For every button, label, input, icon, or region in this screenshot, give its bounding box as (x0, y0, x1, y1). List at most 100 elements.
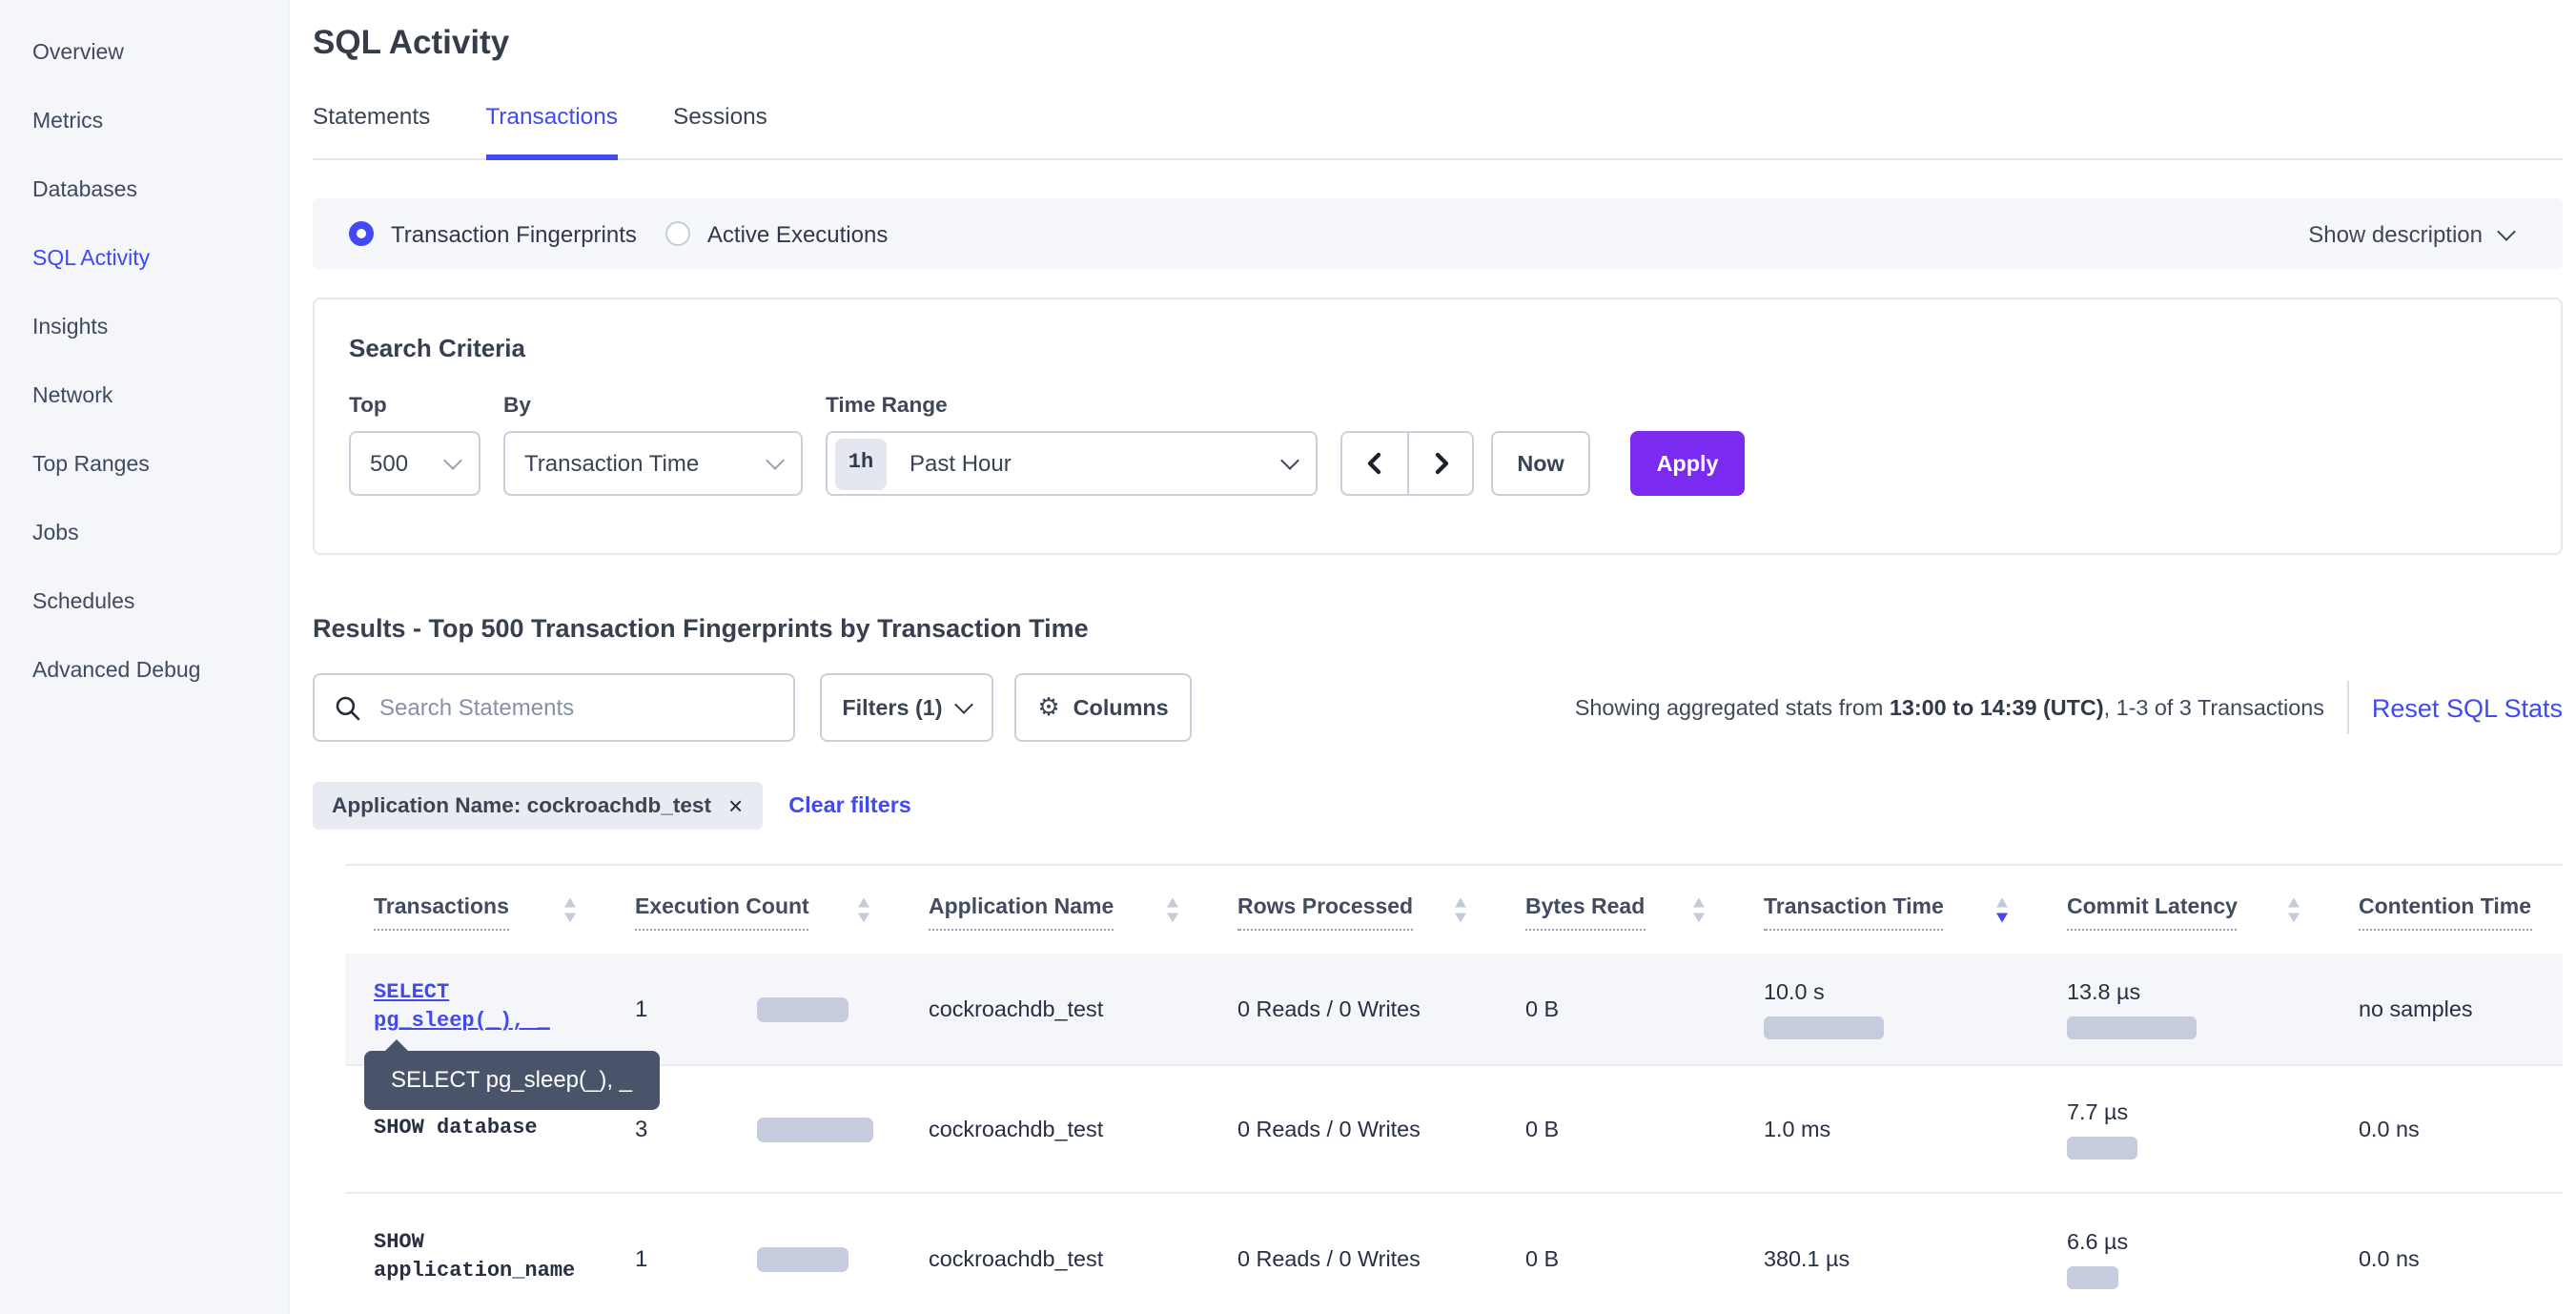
search-input[interactable] (376, 692, 793, 723)
table-header-row: Transactions Execution Count Application… (345, 866, 2563, 954)
stats-time-range: 13:00 to 14:39 (UTC) (1890, 695, 2104, 720)
sidebar-item-advanced-debug[interactable]: Advanced Debug (0, 637, 288, 706)
columns-button[interactable]: ⚙ Columns (1014, 673, 1192, 742)
sidebar-item-insights[interactable]: Insights (0, 294, 288, 362)
header-application-name[interactable]: Application Name (929, 889, 1237, 931)
header-rows-processed[interactable]: Rows Processed (1237, 889, 1525, 931)
sidebar-item-jobs[interactable]: Jobs (0, 500, 288, 568)
header-contention-time[interactable]: Contention Time (2359, 889, 2563, 931)
radio-label: Active Executions (707, 220, 888, 247)
tab-sessions[interactable]: Sessions (673, 103, 767, 158)
execution-count-bar (757, 996, 848, 1021)
sidebar-item-metrics[interactable]: Metrics (0, 88, 288, 156)
top-label: Top (349, 395, 480, 418)
cell-bytes-read: 0 B (1525, 996, 1764, 1021)
time-range-field: Time Range 1h Past Hour (826, 395, 1318, 496)
commit-latency-bar (2067, 1265, 2118, 1288)
search-criteria-panel: Search Criteria Top 500 By Transaction T… (313, 298, 2563, 555)
cell-rows-processed: 0 Reads / 0 Writes (1237, 1246, 1525, 1271)
filter-chip[interactable]: Application Name: cockroachdb_test × (313, 782, 762, 830)
transactions-table: Transactions Execution Count Application… (345, 864, 2563, 1314)
sidebar-item-top-ranges[interactable]: Top Ranges (0, 431, 288, 500)
time-next-button[interactable] (1407, 431, 1474, 496)
reset-sql-stats-link[interactable]: Reset SQL Stats (2372, 693, 2563, 722)
sidebar-item-databases[interactable]: Databases (0, 156, 288, 225)
cell-execution-count: 1 (635, 996, 929, 1022)
time-range-select[interactable]: 1h Past Hour (826, 431, 1318, 496)
chevron-down-icon (2497, 221, 2516, 240)
cell-transaction-time: 10.0 s (1764, 979, 2067, 1038)
header-transactions[interactable]: Transactions (345, 889, 635, 931)
radio-transaction-fingerprints[interactable]: Transaction Fingerprints (349, 220, 637, 247)
cell-rows-processed: 0 Reads / 0 Writes (1237, 1117, 1525, 1141)
close-icon[interactable]: × (728, 791, 743, 820)
cell-transaction-time: 380.1 µs (1764, 1246, 2067, 1271)
transaction-time-bar (1764, 1016, 1884, 1038)
time-range-badge: 1h (835, 438, 887, 489)
app-window: Overview Metrics Databases SQL Activity … (0, 0, 2576, 1314)
sort-icon (2288, 898, 2300, 922)
filter-chip-label: Application Name: cockroachdb_test (332, 794, 711, 817)
tab-bar: Statements Transactions Sessions (313, 103, 2563, 160)
cell-bytes-read: 0 B (1525, 1246, 1764, 1271)
search-icon (336, 695, 360, 720)
filters-button[interactable]: Filters (1) (820, 673, 993, 742)
sidebar-item-sql-activity[interactable]: SQL Activity (0, 225, 288, 294)
now-button[interactable]: Now (1491, 431, 1590, 496)
gear-icon: ⚙ (1037, 693, 1059, 722)
time-range-label: Time Range (826, 395, 1318, 418)
chevron-down-icon (443, 451, 462, 470)
sql-tooltip: SELECT pg_sleep(_), _ (364, 1051, 659, 1110)
top-select[interactable]: 500 (349, 431, 480, 496)
cell-transaction: SHOW database (345, 1114, 635, 1145)
show-description-toggle[interactable]: Show description (2308, 220, 2513, 247)
transaction-fingerprint[interactable]: SHOW database (374, 1116, 587, 1145)
apply-button[interactable]: Apply (1630, 431, 1745, 496)
clear-filters-link[interactable]: Clear filters (788, 793, 911, 818)
page-title: SQL Activity (313, 19, 2563, 65)
show-description-label: Show description (2308, 220, 2483, 247)
cell-transaction-time: 1.0 ms (1764, 1117, 2067, 1141)
search-criteria-controls: Top 500 By Transaction Time Time Range (349, 395, 2526, 496)
header-commit-latency[interactable]: Commit Latency (2067, 889, 2359, 931)
execution-count-bar (757, 1246, 848, 1271)
radio-unselected-icon (665, 221, 690, 246)
chevron-left-icon (1365, 452, 1384, 475)
search-box (313, 673, 795, 742)
divider (2347, 681, 2349, 734)
table-row: SHOW database 3 cockroachdb_test 0 Reads… (345, 1066, 2563, 1194)
commit-latency-bar (2067, 1016, 2197, 1038)
chevron-down-icon (955, 695, 974, 714)
cell-contention-time: 0.0 ns (2359, 1246, 2563, 1271)
cell-transaction: SHOW application_name (345, 1229, 635, 1288)
time-pager (1340, 431, 1474, 496)
cell-rows-processed: 0 Reads / 0 Writes (1237, 996, 1525, 1021)
time-prev-button[interactable] (1340, 431, 1407, 496)
header-transaction-time[interactable]: Transaction Time (1764, 889, 2067, 931)
radio-active-executions[interactable]: Active Executions (665, 220, 888, 247)
time-range-value: Past Hour (910, 450, 1012, 477)
header-bytes-read[interactable]: Bytes Read (1525, 889, 1764, 931)
chevron-right-icon (1431, 452, 1450, 475)
transaction-fingerprint-link[interactable]: SELECT pg_sleep(_), _ (374, 979, 564, 1038)
active-filters-row: Application Name: cockroachdb_test × Cle… (313, 782, 2563, 830)
tab-transactions[interactable]: Transactions (485, 103, 618, 158)
chevron-down-icon (1280, 451, 1299, 470)
sidebar: Overview Metrics Databases SQL Activity … (0, 0, 290, 1314)
sidebar-item-overview[interactable]: Overview (0, 19, 288, 88)
header-execution-count[interactable]: Execution Count (635, 889, 929, 931)
cell-bytes-read: 0 B (1525, 1117, 1764, 1141)
execution-count-bar (757, 1117, 873, 1141)
radio-label: Transaction Fingerprints (391, 220, 637, 247)
cell-application-name: cockroachdb_test (929, 996, 1237, 1021)
sidebar-item-network[interactable]: Network (0, 362, 288, 431)
by-select[interactable]: Transaction Time (503, 431, 803, 496)
tab-statements[interactable]: Statements (313, 103, 430, 158)
transaction-fingerprint[interactable]: SHOW application_name (374, 1229, 587, 1288)
sidebar-item-schedules[interactable]: Schedules (0, 568, 288, 637)
cell-commit-latency: 7.7 µs (2067, 1099, 2359, 1159)
cell-execution-count: 1 (635, 1245, 929, 1272)
columns-label: Columns (1073, 695, 1169, 720)
by-value: Transaction Time (524, 450, 699, 477)
cell-contention-time: 0.0 ns (2359, 1117, 2563, 1141)
